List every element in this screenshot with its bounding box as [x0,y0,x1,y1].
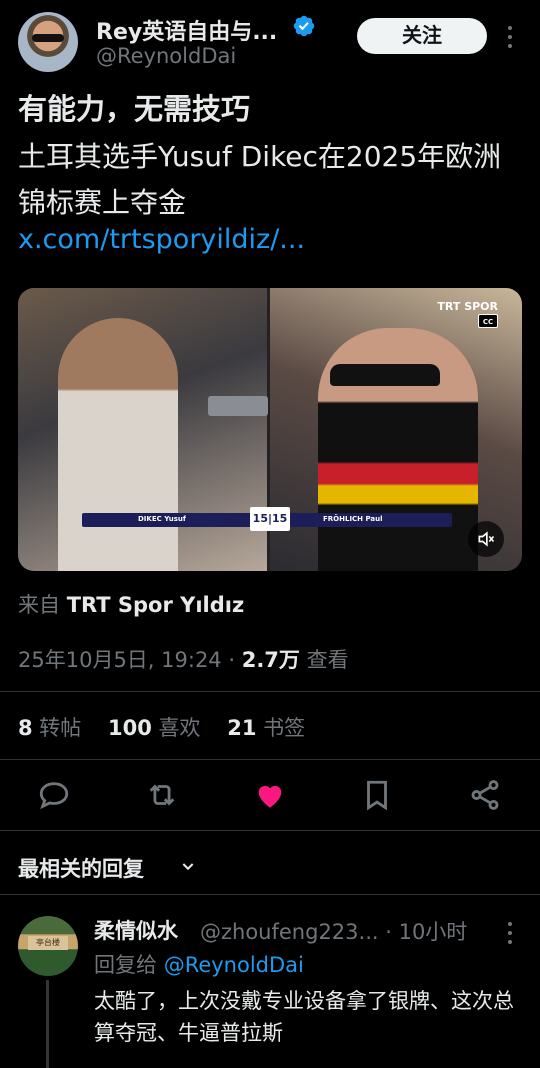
bookmarks-label[interactable]: 书签 [256,716,305,740]
divider [0,759,540,760]
heart-icon[interactable] [253,778,287,812]
score-left-name: DIKEC Yusuf [138,515,186,523]
pistol [208,396,268,416]
tweet-meta: 25年10月5日, 19:24 · 2.7万 查看 [18,644,349,674]
replies-sort-label[interactable]: 最相关的回复 [18,853,144,883]
action-bar [0,768,540,822]
chevron-down-icon[interactable] [180,858,196,874]
views-label: 查看 [299,648,349,672]
bookmarks-count[interactable]: 21 [227,716,256,740]
author-handle[interactable]: @ReynoldDai [96,44,236,68]
tweet-link[interactable]: x.com/trtsporyildiz/... [18,224,305,255]
author-avatar[interactable] [18,12,78,72]
likes-count[interactable]: 100 [108,716,152,740]
divider [0,691,540,692]
tweet-line-1: 有能力，无需技巧 [18,92,251,126]
reposts-count[interactable]: 8 [18,716,33,740]
score-right-name: FRÖHLICH Paul [323,515,383,523]
retweet-icon[interactable] [145,778,179,812]
visor [330,364,440,386]
source-prefix: 来自 [18,593,60,617]
divider [0,830,540,831]
tweet-line-2: 土耳其选手Yusuf Dikec在2025年欧洲锦标赛上夺金 [18,140,502,219]
likes-label[interactable]: 喜欢 [152,716,201,740]
views-count: 2.7万 [241,648,300,672]
tweet-stats: 8 转帖 100 喜欢 21 书签 [18,712,305,742]
reply-author-handle[interactable]: @zhoufeng223... · 10小时 [200,916,467,946]
source-line[interactable]: 来自 TRT Spor Yıldız [18,589,244,619]
reply-to-prefix: 回复给 [94,953,164,977]
thread-line [46,980,49,1068]
reply-author-name[interactable]: 柔情似水 [94,915,178,945]
reposts-label[interactable]: 转帖 [33,716,81,740]
score-value: 15|15 [250,507,290,531]
reply-text: 太酷了，上次没戴专业设备拿了银牌、这次总算夺冠、牛逼普拉斯 [94,989,514,1045]
share-icon[interactable] [468,778,502,812]
divider [0,894,540,895]
more-vertical-icon[interactable] [502,22,518,52]
cc-icon[interactable]: CC [478,314,498,328]
channel-logo: TRT SPOR [437,300,498,313]
author-name[interactable]: Rey英语自由与... [96,14,277,46]
verified-badge-icon [293,15,315,37]
reply-to-handle[interactable]: @ReynoldDai [164,953,304,977]
mute-icon[interactable] [468,521,504,557]
follow-button[interactable]: 关注 [357,18,487,54]
tweet-datetime: 25年10月5日, 19:24 · [18,648,242,672]
bookmark-icon[interactable] [360,778,394,812]
reply-avatar-sign: 亭台楼 [28,936,68,950]
reply-to-line: 回复给 @ReynoldDai [94,949,304,979]
shooter-left [58,318,178,571]
tweet-video[interactable]: TRT SPOR CC DIKEC Yusuf FRÖHLICH Paul 15… [18,288,522,571]
reply-icon[interactable] [37,778,71,812]
reply-avatar[interactable]: 亭台楼 [18,916,78,976]
source-name[interactable]: TRT Spor Yıldız [67,593,245,617]
more-vertical-icon[interactable] [502,918,518,948]
